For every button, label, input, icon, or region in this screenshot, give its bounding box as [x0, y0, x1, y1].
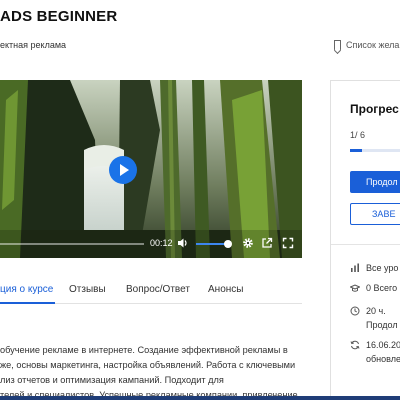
progress-bar — [350, 149, 400, 152]
description-line: обучение рекламе в интернете. Создание э… — [0, 345, 288, 355]
progress-panel: Прогрес 1/ 6 Продол ЗАВЕ Все уро 0 Всего… — [330, 80, 400, 400]
info-students-text: 0 Всего — [366, 283, 398, 293]
info-duration-text: 20 ч. — [366, 306, 386, 316]
seek-bar[interactable] — [0, 243, 144, 245]
course-tabs: ция о курсе Отзывы Вопрос/Ответ Анонсы — [0, 278, 302, 304]
course-description: обучение рекламе в интернете. Создание э… — [0, 343, 302, 400]
tab-course-info[interactable]: ция о курсе — [0, 284, 53, 295]
bottom-bar — [0, 396, 400, 400]
wishlist-link[interactable]: Список жела — [334, 40, 399, 50]
player-controls: 00:12 — [0, 232, 302, 256]
volume-icon[interactable] — [177, 237, 189, 249]
info-updated-date: 16.06.20 — [366, 340, 400, 350]
wishlist-label: Список жела — [346, 40, 400, 50]
levels-icon — [351, 263, 359, 272]
fullscreen-icon[interactable] — [282, 237, 294, 249]
info-duration-label: Продол — [366, 320, 398, 330]
info-lessons-text: Все уро — [366, 263, 399, 273]
course-category[interactable]: ектная реклама — [0, 40, 66, 50]
continue-button[interactable]: Продол — [350, 171, 400, 193]
play-icon — [119, 164, 129, 176]
progress-fill — [350, 149, 362, 152]
progress-title: Прогрес — [350, 102, 399, 116]
description-line: лиз отчетов и оптимизация кампаний. Подх… — [0, 375, 224, 385]
info-updated-label: обновле — [366, 354, 400, 364]
bookmark-icon — [334, 40, 341, 50]
active-tab-indicator — [0, 302, 55, 304]
description-line: же, основы маркетинга, настройка объявле… — [0, 360, 296, 370]
tab-announcements[interactable]: Анонсы — [208, 284, 243, 295]
volume-slider-thumb[interactable] — [224, 240, 233, 248]
finish-course-button[interactable]: ЗАВЕ — [350, 203, 400, 225]
divider — [331, 244, 400, 245]
course-title: ADS BEGINNER — [0, 8, 118, 25]
tab-qa[interactable]: Вопрос/Ответ — [126, 284, 190, 295]
gear-icon[interactable] — [242, 237, 254, 249]
share-icon[interactable] — [261, 237, 273, 249]
current-time: 00:12 — [150, 238, 173, 248]
play-button[interactable] — [109, 156, 137, 184]
refresh-icon — [350, 340, 360, 350]
tab-reviews[interactable]: Отзывы — [69, 284, 106, 295]
progress-count: 1/ 6 — [350, 130, 366, 140]
graduation-cap-icon — [350, 284, 360, 292]
clock-icon — [350, 306, 360, 316]
